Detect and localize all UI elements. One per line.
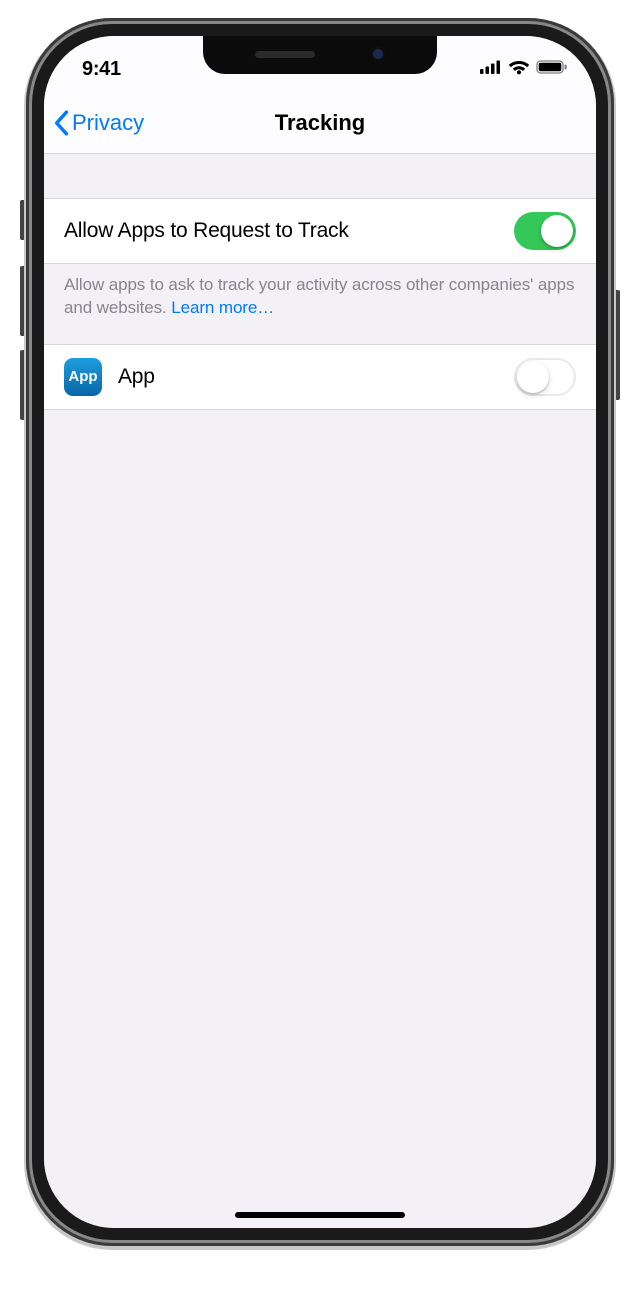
toggle-knob xyxy=(541,215,573,247)
toggle-knob xyxy=(517,361,549,393)
wifi-icon xyxy=(508,59,530,80)
app-name-label: App xyxy=(118,365,155,389)
allow-tracking-label: Allow Apps to Request to Track xyxy=(64,219,349,243)
power-button xyxy=(614,290,620,400)
cellular-icon xyxy=(480,60,502,79)
app-row[interactable]: App App xyxy=(44,344,596,410)
speaker-grille xyxy=(255,51,315,58)
home-indicator[interactable] xyxy=(235,1212,405,1218)
back-label: Privacy xyxy=(72,110,144,136)
learn-more-link[interactable]: Learn more… xyxy=(171,298,274,317)
app-tracking-toggle[interactable] xyxy=(514,358,576,396)
app-icon: App xyxy=(64,358,102,396)
apps-group: App App xyxy=(44,344,596,410)
app-row-left: App App xyxy=(64,358,155,396)
phone-frame: 9:41 xyxy=(26,18,614,1246)
back-button[interactable]: Privacy xyxy=(52,110,144,136)
status-icons xyxy=(480,59,568,80)
front-camera xyxy=(371,47,385,61)
nav-bar: Privacy Tracking xyxy=(44,92,596,154)
allow-tracking-row[interactable]: Allow Apps to Request to Track xyxy=(44,198,596,264)
status-time: 9:41 xyxy=(82,58,121,81)
content: Allow Apps to Request to Track Allow app… xyxy=(44,154,596,1228)
tracking-group: Allow Apps to Request to Track Allow app… xyxy=(44,198,596,320)
allow-tracking-toggle[interactable] xyxy=(514,212,576,250)
notch xyxy=(203,36,437,74)
battery-icon xyxy=(536,60,568,79)
chevron-left-icon xyxy=(52,110,70,136)
screen: 9:41 xyxy=(44,36,596,1228)
tracking-footer: Allow apps to ask to track your activity… xyxy=(44,264,596,320)
tracking-footer-text: Allow apps to ask to track your activity… xyxy=(64,275,574,317)
